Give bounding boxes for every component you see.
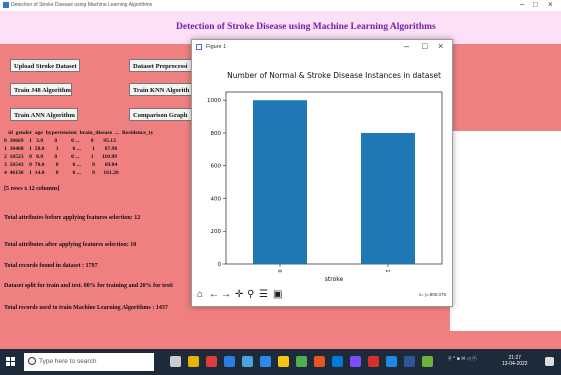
store-icon[interactable] [242, 356, 253, 367]
word-icon[interactable] [386, 356, 397, 367]
taskbar-search-box[interactable]: Type here to search [24, 353, 154, 371]
upload-dataset-button[interactable]: Upload Stroke Dataset [10, 59, 80, 72]
bar [361, 132, 415, 264]
dataframe-row: 2 16523 0 8.0 0 0 ... 1 110.89 [4, 154, 117, 160]
app-icon-purple[interactable] [350, 356, 361, 367]
x-axis-label: stroke [325, 276, 344, 283]
home-icon[interactable]: ⌂ [197, 289, 203, 300]
bar-chart: Number of Normal & Stroke Disease Instan… [207, 71, 443, 283]
y-tick-label: 200 [211, 229, 222, 235]
clock-date: 13-04-2022 [502, 361, 528, 367]
comparison-graph-button[interactable]: Comparison Graph [129, 108, 193, 121]
dataframe-row: 4 46136 1 14.0 0 0 ... 0 161.28 [4, 170, 119, 176]
window-title-bar: Detection of Stroke Disease using Machin… [0, 0, 561, 11]
bar [253, 100, 307, 264]
y-tick-label: 0 [218, 262, 222, 268]
search-icon [28, 357, 36, 365]
figure-title: Figure 1 [206, 44, 227, 50]
forward-icon[interactable]: → [221, 289, 231, 300]
chrome-icon[interactable] [296, 356, 307, 367]
dataframe-shape: [5 rows x 12 columns] [4, 186, 60, 192]
y-tick-label: 400 [211, 196, 222, 202]
figure-maximize-button[interactable]: □ [422, 41, 427, 51]
windows-start-icon[interactable] [6, 357, 16, 367]
pan-icon[interactable]: ✛ [235, 289, 243, 300]
opera-icon[interactable] [206, 356, 217, 367]
taskview-icon[interactable] [188, 356, 199, 367]
tray-icons[interactable]: ⚲ ^ ■ ✉ ◁ ⓔ [448, 355, 477, 362]
x-tick-label: 0 [276, 269, 282, 272]
save-icon[interactable]: ▣ [273, 289, 282, 300]
dataframe-row: 1 30468 1 58.0 1 0 ... 1 87.96 [4, 146, 118, 152]
maximize-button[interactable]: □ [533, 0, 538, 9]
mail-icon[interactable] [260, 356, 271, 367]
taskbar: Type here to search ⚲ ^ ■ ✉ ◁ ⓔ 21:27 13… [0, 349, 561, 375]
output-text-area: id gender age hypertension brain_disease… [4, 130, 194, 325]
taskbar-clock[interactable]: 21:27 13-04-2022 [502, 355, 528, 367]
figure-icon [196, 44, 202, 50]
app-icon-orange[interactable] [314, 356, 325, 367]
output-panel-right [450, 131, 561, 331]
dataframe-row: 3 56543 0 70.0 0 0 ... 0 69.04 [4, 162, 118, 168]
app-icon [3, 2, 9, 8]
edge-icon[interactable] [224, 356, 235, 367]
app-icon-red[interactable] [368, 356, 379, 367]
attrs-before-text: Total attributes before applying feature… [4, 215, 141, 221]
notifications-icon[interactable] [545, 357, 554, 366]
chart-title: Number of Normal & Stroke Disease Instan… [227, 71, 441, 80]
x-tick-label: 1 [384, 269, 390, 272]
split-text: Dataset split for train and test. 80% fo… [4, 283, 173, 289]
attrs-after-text: Total attributes after applying features… [4, 242, 137, 248]
train-j48-button[interactable]: Train J48 Algorithm [10, 83, 72, 96]
dataframe-row: 0 30669 1 3.0 0 0 ... 0 95.12 [4, 138, 116, 144]
figure-title-bar: Figure 1 – □ × [192, 40, 452, 54]
python-icon[interactable] [422, 356, 433, 367]
file-explorer-icon[interactable] [278, 356, 289, 367]
y-tick-label: 1000 [207, 98, 221, 104]
window-title: Detection of Stroke Disease using Machin… [11, 2, 153, 8]
app-heading: Detection of Stroke Disease using Machin… [176, 22, 436, 32]
configure-subplots-icon[interactable]: ☰ [259, 289, 268, 300]
microphone-icon[interactable] [170, 356, 181, 367]
y-tick-label: 600 [211, 164, 222, 170]
records-found-text: Total records found in dataset : 1797 [4, 263, 98, 269]
y-tick-label: 800 [211, 131, 222, 137]
figure-window[interactable]: Figure 1 – □ × Number of Normal & Stroke… [191, 39, 453, 307]
zoom-icon[interactable]: ⚲ [247, 289, 254, 300]
minimize-button[interactable]: – [520, 0, 524, 9]
search-placeholder: Type here to search [39, 358, 97, 365]
preprocess-button[interactable]: Dataset Preprocessi [129, 59, 193, 72]
activate-windows-watermark [455, 315, 555, 343]
cursor-coordinates: x= y=800.075 [418, 292, 446, 297]
figure-toolbar: ⌂ ← → ✛ ⚲ ☰ ▣ x= y=800.075 [192, 286, 452, 304]
dataframe-header: id gender age hypertension brain_disease… [4, 130, 154, 136]
figure-close-button[interactable]: × [438, 41, 443, 51]
app-icon-navy[interactable] [404, 356, 415, 367]
close-button[interactable]: × [548, 0, 553, 9]
app-icon-blue[interactable] [332, 356, 343, 367]
train-ann-button[interactable]: Train ANN Algorithm [10, 108, 78, 121]
figure-minimize-button[interactable]: – [404, 41, 409, 51]
train-records-text: Total records used to train Machine Lear… [4, 305, 168, 311]
back-icon[interactable]: ← [209, 289, 219, 300]
train-knn-button[interactable]: Train KNN Algorith [129, 83, 193, 96]
